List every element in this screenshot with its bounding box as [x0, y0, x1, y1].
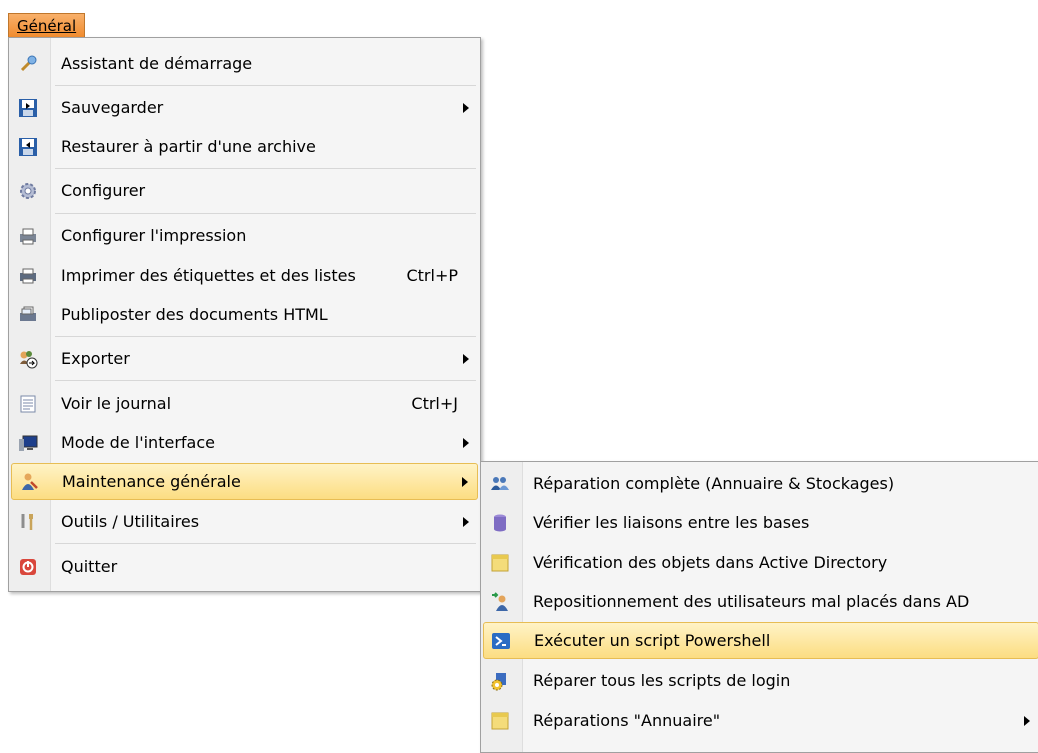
monitor-icon — [17, 433, 39, 453]
shortcut-label: Ctrl+J — [411, 394, 458, 413]
menu-separator — [55, 543, 476, 544]
submenu-arrow-icon — [463, 437, 469, 448]
folder-icon — [489, 553, 511, 573]
menu-item-print-setup[interactable]: Configurer l'impression — [11, 217, 478, 254]
menu-separator — [55, 85, 476, 86]
menu-item-export[interactable]: Exporter — [11, 340, 478, 377]
menu-item-label: Vérification des objets dans Active Dire… — [533, 553, 888, 572]
menu-item-label: Publiposter des documents HTML — [61, 305, 328, 324]
menu-general[interactable]: Général — [8, 13, 86, 38]
menu-item-label: Repositionnement des utilisateurs mal pl… — [533, 592, 970, 611]
menu-item-label: Exporter — [61, 349, 130, 368]
menu-item-label: Exécuter un script Powershell — [534, 631, 771, 650]
log-icon — [17, 394, 39, 414]
tools-icon — [17, 512, 39, 532]
menu-item-label: Imprimer des étiquettes et des listes — [61, 266, 356, 285]
menu-item-label: Réparations "Annuaire" — [533, 711, 721, 730]
menu-item-print-labels[interactable]: Imprimer des étiquettes et des listes Ct… — [11, 257, 478, 294]
submenu-item-reposition-users[interactable]: Repositionnement des utilisateurs mal pl… — [483, 583, 1038, 620]
menu-item-backup[interactable]: Sauvegarder — [11, 89, 478, 126]
save-icon — [17, 98, 39, 118]
submenu-item-run-powershell[interactable]: Exécuter un script Powershell — [483, 622, 1038, 659]
maintenance-submenu: Réparation complète (Annuaire & Stockage… — [480, 461, 1038, 753]
menu-item-label: Voir le journal — [61, 394, 172, 413]
menu-item-view-log[interactable]: Voir le journal Ctrl+J — [11, 385, 478, 422]
submenu-item-verify-ad-objects[interactable]: Vérification des objets dans Active Dire… — [483, 544, 1038, 581]
menu-item-configure[interactable]: Configurer — [11, 172, 478, 209]
menu-item-label: Vérifier les liaisons entre les bases — [533, 513, 810, 532]
menu-item-label: Restaurer à partir d'une archive — [61, 137, 316, 156]
menu-separator — [55, 380, 476, 381]
menu-item-label: Maintenance générale — [62, 472, 241, 491]
menu-item-label: Outils / Utilitaires — [61, 512, 200, 531]
menu-item-label: Réparation complète (Annuaire & Stockage… — [533, 474, 895, 493]
menu-general-label: Général — [17, 17, 77, 35]
menu-separator — [55, 336, 476, 337]
gear-icon — [17, 181, 39, 201]
menu-item-mailmerge[interactable]: Publiposter des documents HTML — [11, 296, 478, 333]
power-icon — [17, 557, 39, 577]
menu-item-label: Quitter — [61, 557, 118, 576]
script-gear-icon — [489, 671, 511, 691]
shortcut-label: Ctrl+P — [406, 266, 458, 285]
menu-item-label: Réparer tous les scripts de login — [533, 671, 791, 690]
wand-icon — [17, 54, 39, 74]
mailmerge-icon — [17, 305, 39, 325]
submenu-arrow-icon — [462, 476, 468, 487]
submenu-arrow-icon — [463, 102, 469, 113]
submenu-item-full-repair[interactable]: Réparation complète (Annuaire & Stockage… — [483, 465, 1038, 502]
menu-item-tools[interactable]: Outils / Utilitaires — [11, 503, 478, 540]
restore-icon — [17, 137, 39, 157]
database-icon — [489, 513, 511, 533]
general-menu: Assistant de démarrage Sauvegarder Resta… — [8, 37, 481, 592]
users-repair-icon — [489, 474, 511, 494]
menu-separator — [55, 213, 476, 214]
submenu-item-directory-repairs[interactable]: Réparations "Annuaire" — [483, 702, 1038, 739]
export-users-icon — [17, 349, 39, 369]
menu-item-label: Sauvegarder — [61, 98, 164, 117]
menu-item-restore[interactable]: Restaurer à partir d'une archive — [11, 128, 478, 165]
menu-item-startup-wizard[interactable]: Assistant de démarrage — [11, 45, 478, 82]
menu-separator — [55, 168, 476, 169]
submenu-arrow-icon — [463, 353, 469, 364]
submenu-arrow-icon — [463, 516, 469, 527]
menu-item-label: Configurer — [61, 181, 146, 200]
user-move-icon — [489, 591, 511, 612]
menu-item-label: Configurer l'impression — [61, 226, 247, 245]
printer-icon — [17, 266, 39, 286]
submenu-item-check-links[interactable]: Vérifier les liaisons entre les bases — [483, 504, 1038, 541]
folder-icon — [489, 711, 511, 731]
menu-item-quit[interactable]: Quitter — [11, 548, 478, 585]
powershell-icon — [490, 631, 512, 651]
menu-item-general-maintenance[interactable]: Maintenance générale — [11, 463, 478, 500]
submenu-arrow-icon — [1024, 715, 1030, 726]
maintenance-user-icon — [18, 472, 40, 492]
menu-item-label: Assistant de démarrage — [61, 54, 253, 73]
submenu-item-repair-login-scripts[interactable]: Réparer tous les scripts de login — [483, 662, 1038, 699]
menu-item-label: Mode de l'interface — [61, 433, 215, 452]
menu-item-interface-mode[interactable]: Mode de l'interface — [11, 424, 478, 461]
print-setup-icon — [17, 226, 39, 246]
